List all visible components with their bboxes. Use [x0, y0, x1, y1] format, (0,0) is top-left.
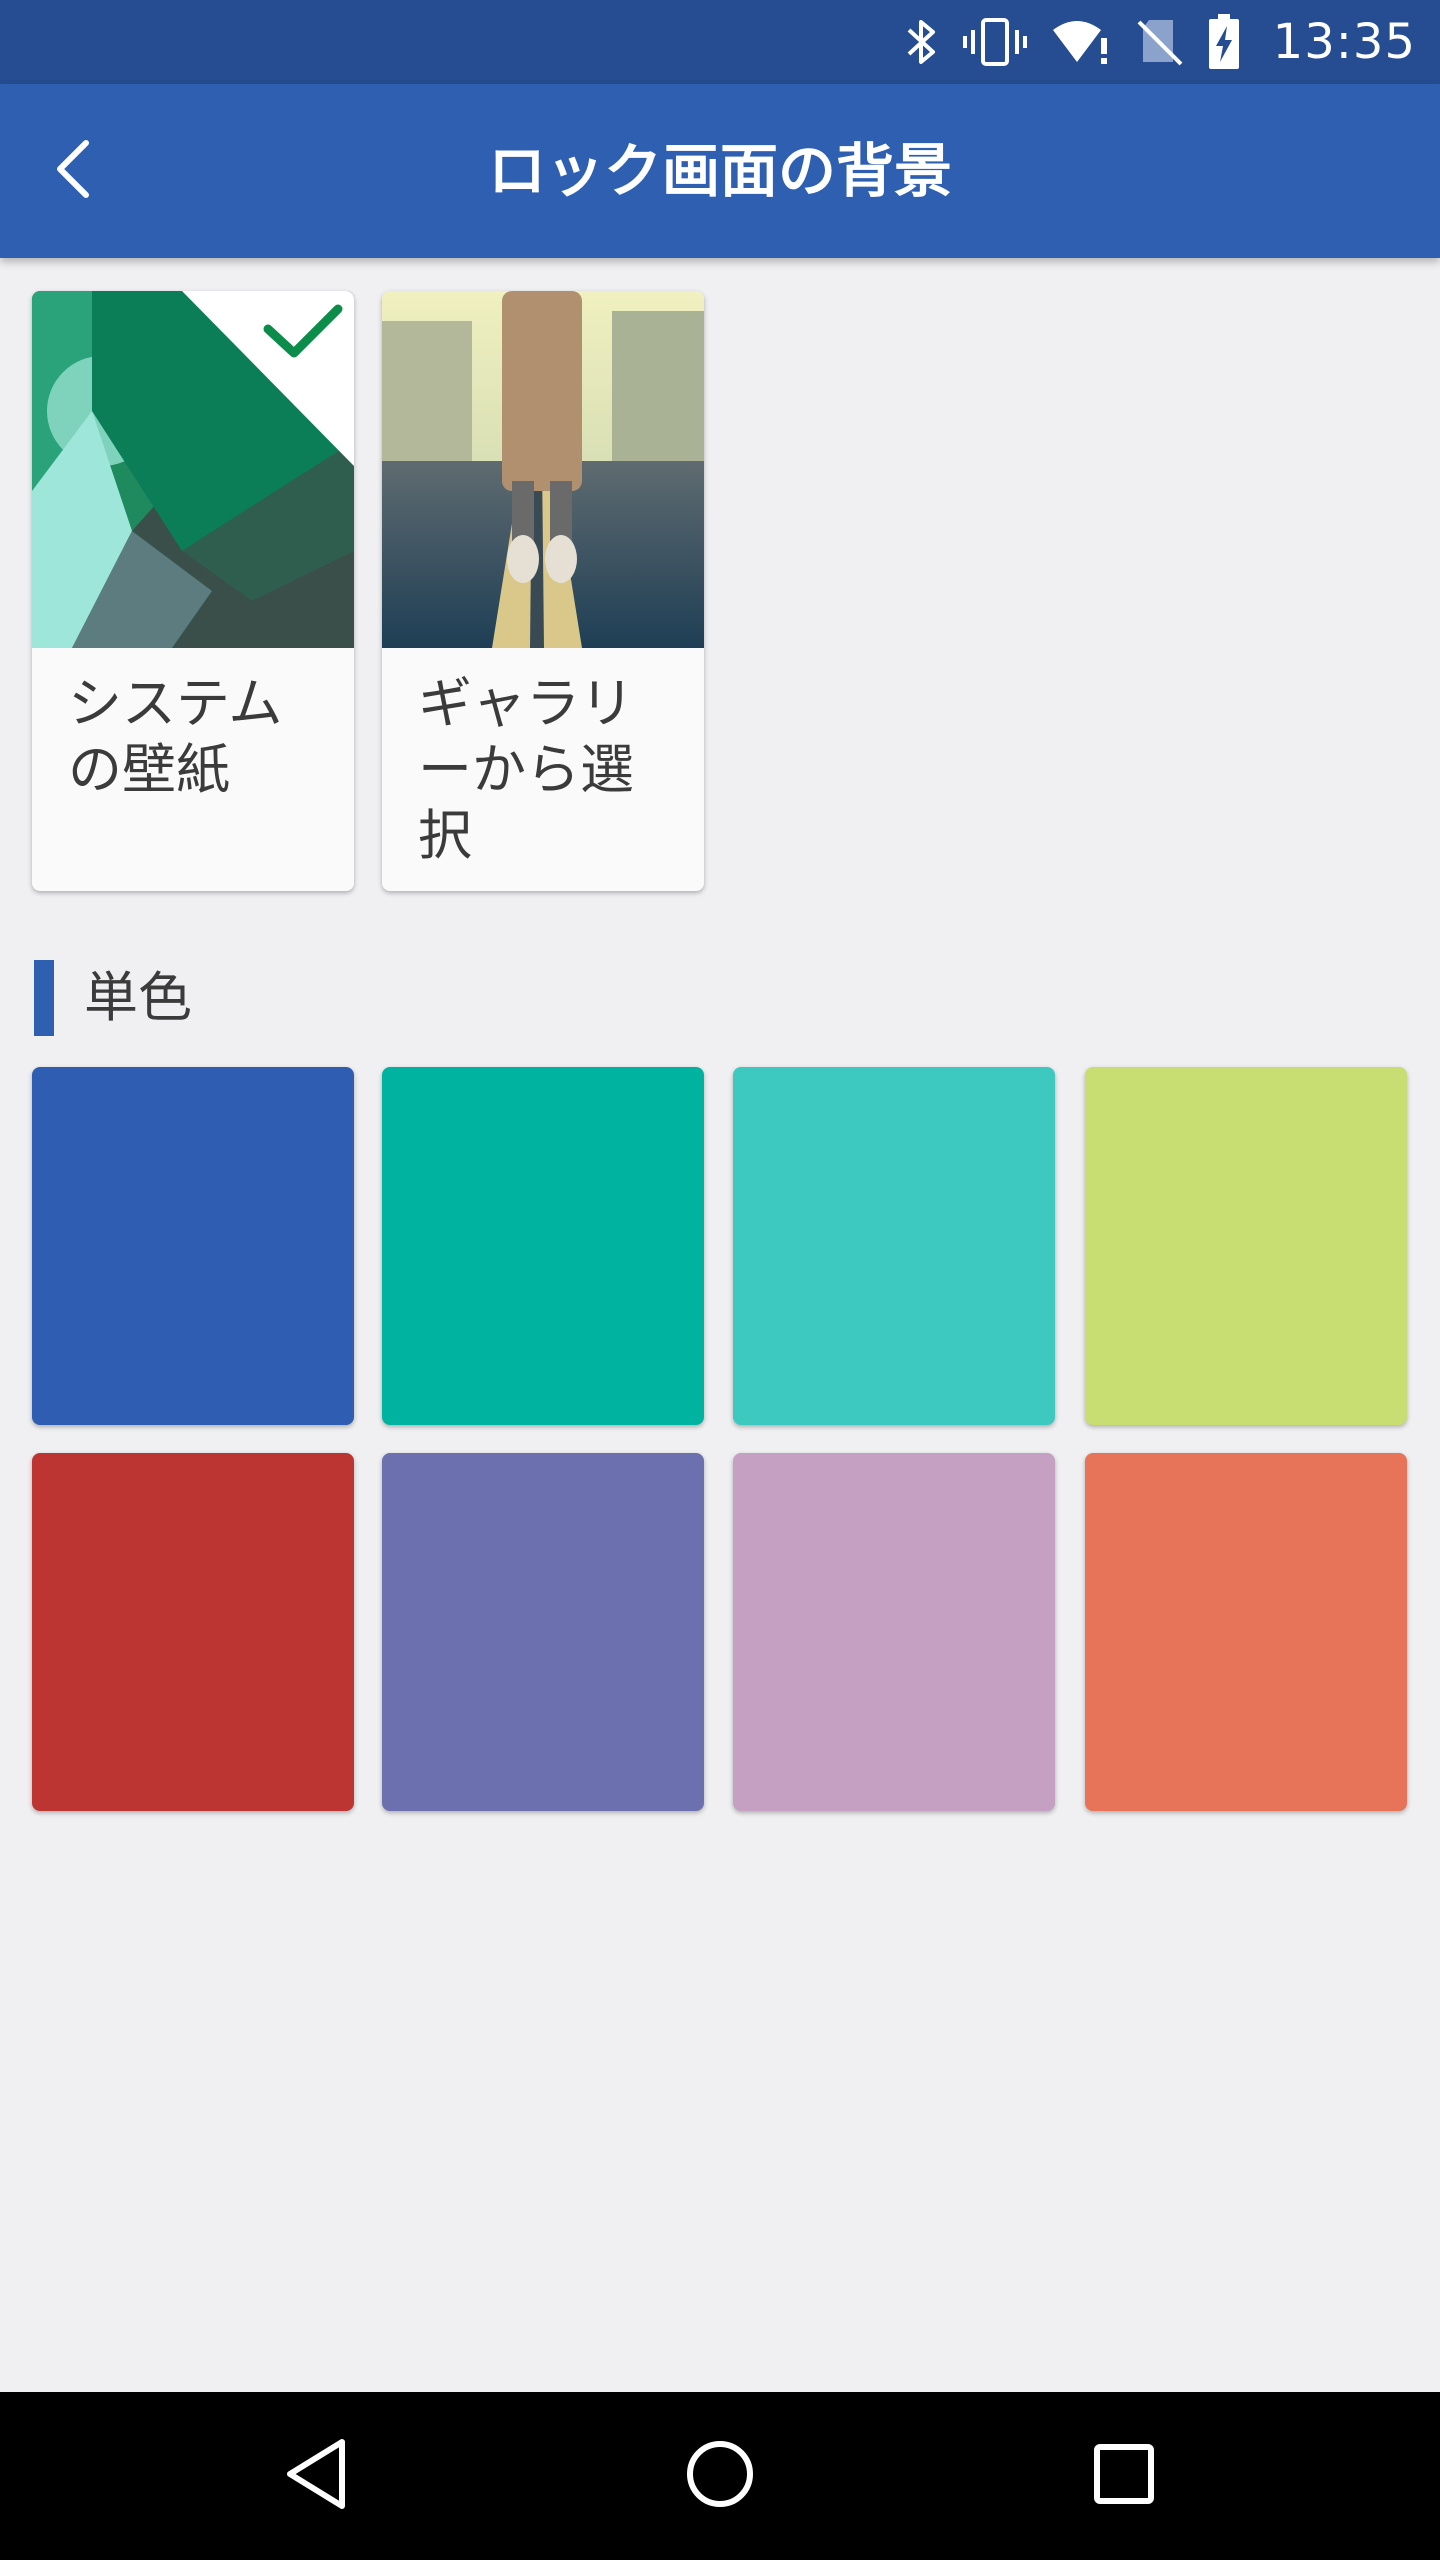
nav-home-button[interactable]: [660, 2416, 780, 2536]
color-swatch[interactable]: [1085, 1067, 1407, 1425]
navigation-bar: [0, 2392, 1440, 2560]
color-swatch[interactable]: [1085, 1453, 1407, 1811]
home-circle-icon: [684, 2438, 756, 2514]
page-title: ロック画面の背景: [487, 137, 952, 205]
system-wallpaper-thumbnail: [32, 291, 354, 648]
color-swatch[interactable]: [382, 1067, 704, 1425]
color-swatch[interactable]: [382, 1453, 704, 1811]
color-swatch[interactable]: [32, 1453, 354, 1811]
system-wallpaper-label: システムの壁紙: [68, 672, 283, 801]
color-swatch[interactable]: [32, 1067, 354, 1425]
system-wallpaper-card[interactable]: システムの壁紙: [32, 291, 354, 891]
nav-recents-button[interactable]: [1064, 2416, 1184, 2536]
battery-charging-icon: [1207, 14, 1241, 70]
no-sim-icon: [1137, 16, 1183, 68]
bluetooth-icon: [903, 16, 939, 68]
recents-square-icon: [1092, 2442, 1156, 2510]
nav-back-button[interactable]: [257, 2416, 377, 2536]
app-bar: ロック画面の背景: [0, 84, 1440, 258]
status-time: 13:35: [1272, 14, 1416, 70]
color-swatch[interactable]: [733, 1453, 1055, 1811]
vibrate-icon: [962, 16, 1027, 68]
section-accent-bar: [34, 960, 54, 1036]
gallery-wallpaper-card[interactable]: ギャラリーから選択: [382, 291, 704, 891]
wifi-alert-icon: [1051, 16, 1113, 68]
status-bar: 13:35: [0, 0, 1440, 84]
section-title: 単色: [84, 966, 192, 1029]
gallery-wallpaper-label: ギャラリーから選択: [418, 672, 634, 867]
gallery-thumbnail: [382, 291, 704, 648]
color-swatch[interactable]: [733, 1067, 1055, 1425]
back-triangle-icon: [282, 2436, 352, 2516]
status-icons: 13:35: [903, 0, 1416, 84]
